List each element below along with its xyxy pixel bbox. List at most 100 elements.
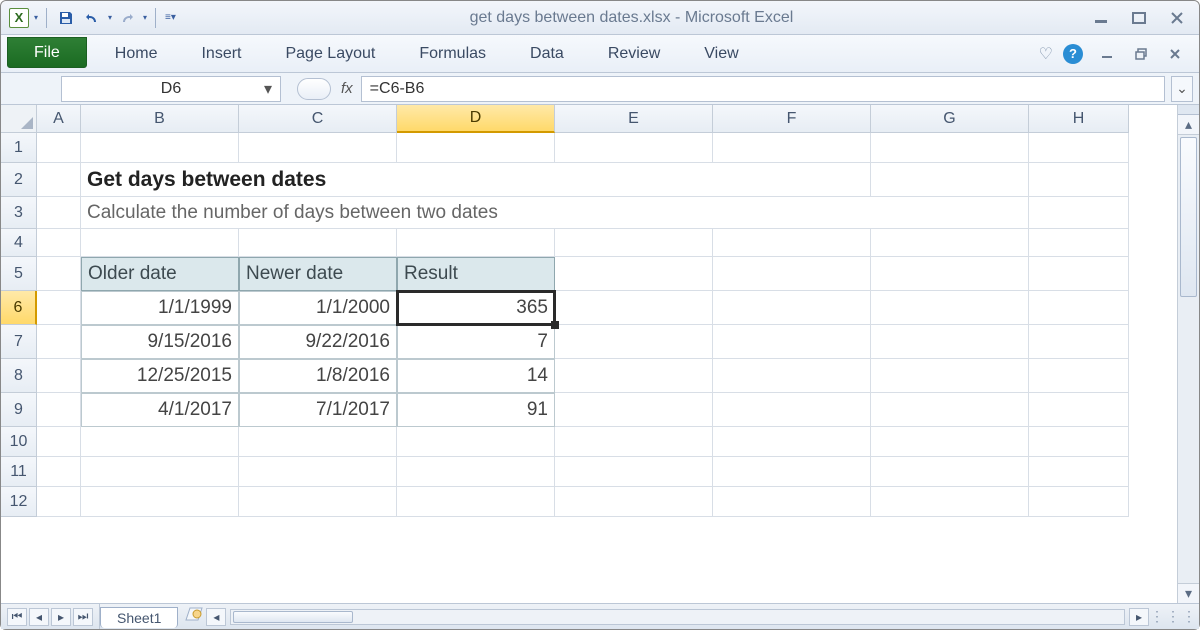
- cell[interactable]: [1029, 133, 1129, 163]
- row-header[interactable]: 3: [1, 197, 37, 229]
- row-header[interactable]: 12: [1, 487, 37, 517]
- cell[interactable]: [1029, 325, 1129, 359]
- cell[interactable]: [397, 487, 555, 517]
- row-header[interactable]: 2: [1, 163, 37, 197]
- cell[interactable]: [239, 229, 397, 257]
- cell[interactable]: Result: [397, 257, 555, 291]
- cell[interactable]: [1029, 257, 1129, 291]
- cell[interactable]: [397, 229, 555, 257]
- cell[interactable]: [81, 457, 239, 487]
- minimize-button[interactable]: [1087, 8, 1115, 28]
- cell[interactable]: [713, 257, 871, 291]
- cell[interactable]: [1029, 487, 1129, 517]
- cell[interactable]: 91: [397, 393, 555, 427]
- cell[interactable]: [871, 457, 1029, 487]
- cell[interactable]: 1/1/1999: [81, 291, 239, 325]
- cell[interactable]: 1/1/2000: [239, 291, 397, 325]
- name-box-dropdown-icon[interactable]: ▾: [260, 81, 276, 97]
- cell[interactable]: [1029, 457, 1129, 487]
- sheet-nav-next-icon[interactable]: ▸: [51, 608, 71, 626]
- horizontal-scrollbar[interactable]: ◂ ▸: [206, 604, 1149, 629]
- cell[interactable]: [37, 393, 81, 427]
- vertical-scroll-track[interactable]: [1178, 135, 1199, 583]
- cell[interactable]: [555, 487, 713, 517]
- cell[interactable]: [37, 229, 81, 257]
- column-header[interactable]: B: [81, 105, 239, 133]
- cell[interactable]: [37, 359, 81, 393]
- cell[interactable]: [871, 133, 1029, 163]
- cell[interactable]: [239, 427, 397, 457]
- cell[interactable]: 12/25/2015: [81, 359, 239, 393]
- cell[interactable]: 9/15/2016: [81, 325, 239, 359]
- scroll-left-icon[interactable]: ◂: [206, 608, 226, 626]
- sheet-nav-prev-icon[interactable]: ◂: [29, 608, 49, 626]
- cell[interactable]: [37, 427, 81, 457]
- cell[interactable]: [1029, 197, 1129, 229]
- sheet-nav-last-icon[interactable]: ⏭: [73, 608, 93, 626]
- cell[interactable]: [397, 133, 555, 163]
- cell[interactable]: [871, 291, 1029, 325]
- close-button[interactable]: [1163, 8, 1191, 28]
- tab-view[interactable]: View: [682, 35, 760, 72]
- cell[interactable]: [871, 359, 1029, 393]
- cell[interactable]: [713, 325, 871, 359]
- fx-icon[interactable]: fx: [341, 80, 353, 97]
- name-box[interactable]: D6 ▾: [61, 76, 281, 102]
- cell[interactable]: [871, 257, 1029, 291]
- vertical-scrollbar[interactable]: ▴ ▾: [1177, 105, 1199, 603]
- cell[interactable]: 7: [397, 325, 555, 359]
- cell[interactable]: [713, 427, 871, 457]
- cell[interactable]: [555, 257, 713, 291]
- save-icon[interactable]: [55, 7, 77, 29]
- cell[interactable]: [871, 393, 1029, 427]
- cell[interactable]: [871, 325, 1029, 359]
- workbook-minimize-button[interactable]: [1093, 44, 1121, 64]
- cell[interactable]: [397, 457, 555, 487]
- cells-grid[interactable]: Get days between datesCalculate the numb…: [37, 133, 1177, 517]
- cell[interactable]: [713, 133, 871, 163]
- cell[interactable]: [37, 325, 81, 359]
- cell[interactable]: [81, 487, 239, 517]
- cell[interactable]: Older date: [81, 257, 239, 291]
- horizontal-split-handle[interactable]: ⋮⋮⋮: [1149, 604, 1199, 629]
- scroll-right-icon[interactable]: ▸: [1129, 608, 1149, 626]
- cell[interactable]: [871, 163, 1029, 197]
- cell[interactable]: [555, 457, 713, 487]
- file-tab[interactable]: File: [7, 37, 87, 68]
- cell[interactable]: [81, 229, 239, 257]
- cell[interactable]: [37, 163, 81, 197]
- cell[interactable]: [713, 487, 871, 517]
- cell[interactable]: 9/22/2016: [239, 325, 397, 359]
- tab-page-layout[interactable]: Page Layout: [263, 35, 397, 72]
- cell[interactable]: 365: [397, 291, 555, 325]
- cell[interactable]: [239, 457, 397, 487]
- cell[interactable]: Get days between dates: [81, 163, 871, 197]
- column-header[interactable]: D: [397, 105, 555, 133]
- cell[interactable]: [713, 393, 871, 427]
- formula-bar-expand-icon[interactable]: ⌄: [1171, 76, 1193, 102]
- cell[interactable]: [871, 487, 1029, 517]
- cell[interactable]: [37, 487, 81, 517]
- cell[interactable]: [713, 457, 871, 487]
- cell[interactable]: [555, 133, 713, 163]
- cell[interactable]: [1029, 393, 1129, 427]
- cell[interactable]: [555, 229, 713, 257]
- horizontal-scroll-thumb[interactable]: [233, 611, 353, 623]
- cell[interactable]: [37, 197, 81, 229]
- qat-app-dropdown[interactable]: ▾: [34, 13, 38, 22]
- formula-input[interactable]: =C6-B6: [361, 76, 1165, 102]
- cell[interactable]: [397, 427, 555, 457]
- tab-data[interactable]: Data: [508, 35, 586, 72]
- fill-handle[interactable]: [551, 321, 559, 329]
- cell[interactable]: [713, 291, 871, 325]
- scroll-up-icon[interactable]: ▴: [1178, 115, 1199, 135]
- row-header[interactable]: 5: [1, 257, 37, 291]
- cell[interactable]: [37, 257, 81, 291]
- scroll-down-icon[interactable]: ▾: [1178, 583, 1199, 603]
- cell[interactable]: 1/8/2016: [239, 359, 397, 393]
- column-header[interactable]: E: [555, 105, 713, 133]
- redo-dropdown[interactable]: ▾: [143, 13, 147, 22]
- row-header[interactable]: 6: [1, 291, 37, 325]
- row-header[interactable]: 7: [1, 325, 37, 359]
- cell[interactable]: [81, 427, 239, 457]
